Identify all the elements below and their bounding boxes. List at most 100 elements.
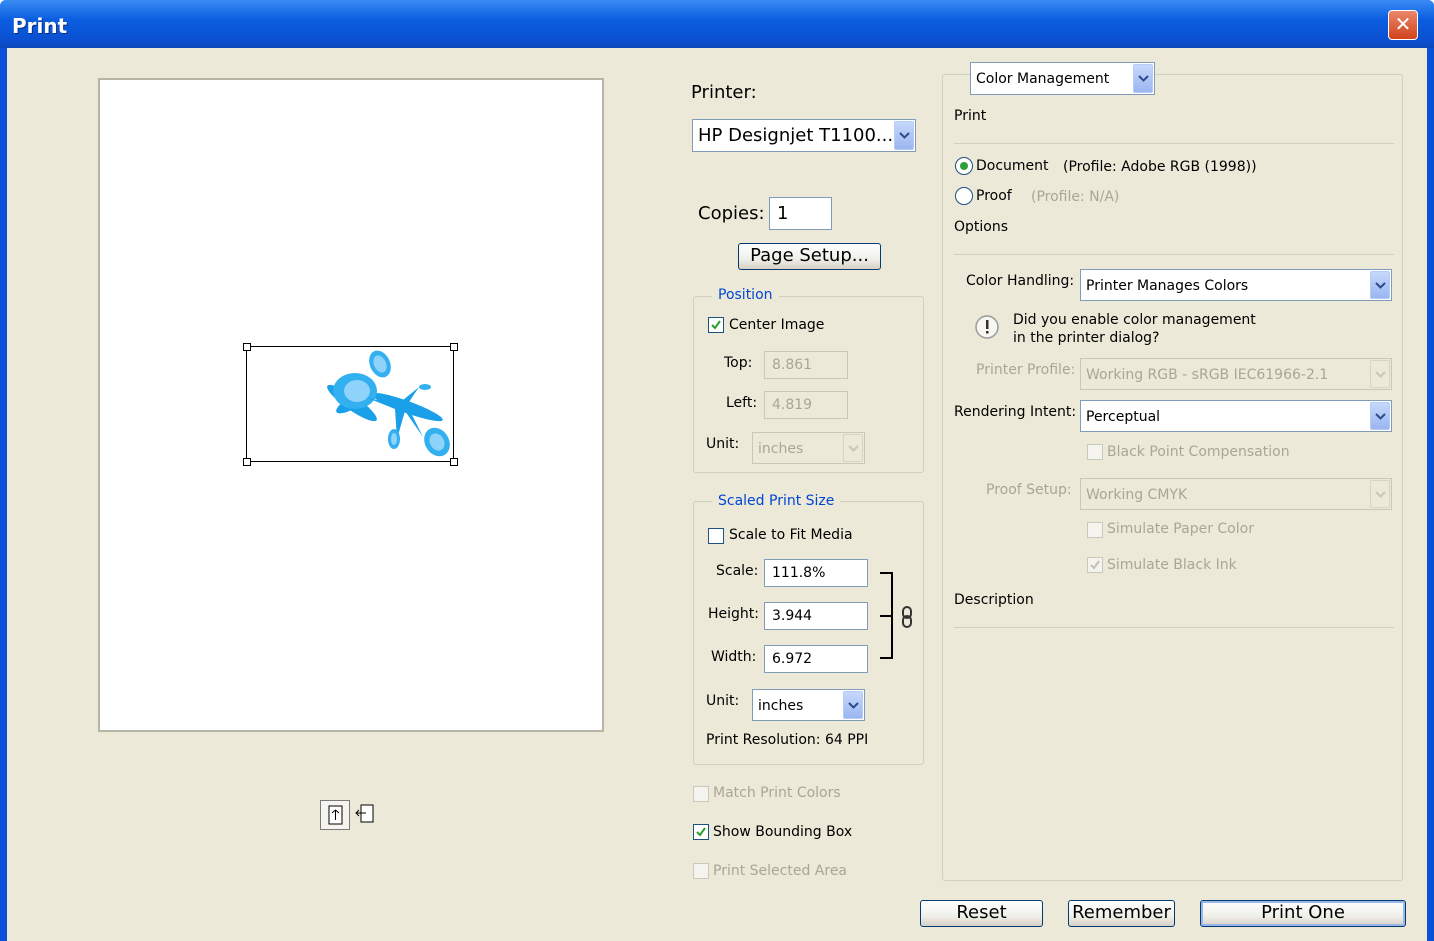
page-setup-label: Page Setup... [750,245,869,266]
print-one-label: Print One [1261,902,1345,923]
position-legend: Position [712,287,779,303]
chevron-down-icon [843,691,863,719]
options-section-header: Options [954,219,1009,235]
match-print-colors-checkbox[interactable] [693,786,709,802]
chevron-down-icon [1370,402,1390,430]
document-radio[interactable] [955,157,973,175]
chevron-down-icon [843,434,863,462]
panel-mode-select[interactable]: Color Management [970,62,1155,95]
reset-button[interactable]: Reset [920,900,1043,927]
scaled-unit-select[interactable]: inches [752,689,865,721]
document-label: Document [976,158,1049,174]
checkmark-icon [711,320,721,330]
proof-setup-value: Working CMYK [1086,487,1188,503]
width-label: Width: [711,649,757,665]
chevron-down-icon [1133,64,1153,93]
chevron-down-icon [894,121,914,150]
show-bounding-box-checkbox[interactable] [693,824,709,840]
bounding-box[interactable] [243,343,458,466]
resize-handle-bottom-right[interactable] [450,458,458,466]
scaled-print-size-legend: Scaled Print Size [712,493,841,509]
print-section-header: Print [954,108,987,124]
scale-input[interactable]: 111.8% [764,559,868,587]
scale-label: Scale: [716,563,759,579]
left-input[interactable]: 4.819 [764,391,848,419]
color-handling-value: Printer Manages Colors [1086,278,1249,294]
left-label: Left: [726,395,758,411]
scale-to-fit-label: Scale to Fit Media [729,527,853,543]
proof-radio[interactable] [955,187,973,205]
simulate-black-ink-label: Simulate Black Ink [1107,557,1237,573]
scaled-unit-label: Unit: [706,693,740,709]
simulate-paper-color-label: Simulate Paper Color [1107,521,1254,537]
height-label: Height: [708,606,759,622]
portrait-orientation-button[interactable] [320,800,350,830]
printer-profile-label: Printer Profile: [976,362,1076,378]
color-handling-select[interactable]: Printer Manages Colors [1080,269,1392,301]
chevron-down-icon [1370,480,1390,508]
remember-label: Remember [1072,902,1171,923]
proof-profile: (Profile: N/A) [1031,189,1120,205]
landscape-icon [355,804,374,823]
dialog-client-area: Printer: HP Designjet T1100... Copies: 1… [7,48,1427,941]
position-unit-value: inches [758,441,804,457]
print-resolution: Print Resolution: 64 PPI [706,732,869,748]
page-setup-button[interactable]: Page Setup... [738,243,881,270]
printer-profile-select[interactable]: Working RGB - sRGB IEC61966-2.1 [1080,358,1392,390]
printer-value: HP Designjet T1100... [698,125,894,146]
proof-label: Proof [976,188,1012,204]
reset-label: Reset [956,902,1007,923]
color-handling-label: Color Handling: [966,273,1075,289]
landscape-orientation-button[interactable] [352,800,382,830]
document-profile: (Profile: Adobe RGB (1998)) [1063,159,1257,175]
print-selected-area-checkbox[interactable] [693,863,709,879]
center-image-checkbox[interactable] [708,317,724,333]
simulate-black-ink-checkbox[interactable] [1087,557,1103,573]
show-bounding-box-label: Show Bounding Box [713,824,853,840]
width-input[interactable]: 6.972 [764,645,868,673]
proof-setup-label: Proof Setup: [986,482,1072,498]
chain-link-icon [902,606,912,628]
print-one-button[interactable]: Print One [1200,900,1406,927]
remember-button[interactable]: Remember [1068,900,1175,927]
portrait-icon [328,805,343,825]
chevron-down-icon [1370,360,1390,388]
position-unit-label: Unit: [706,436,740,452]
printer-profile-value: Working RGB - sRGB IEC61966-2.1 [1086,367,1329,383]
position-unit-select[interactable]: inches [752,432,865,464]
resize-handle-top-right[interactable] [450,343,458,351]
top-input[interactable]: 8.861 [764,351,848,379]
black-point-compensation-label: Black Point Compensation [1107,444,1290,460]
radio-dot [960,162,968,170]
rendering-intent-select[interactable]: Perceptual [1080,400,1392,432]
close-icon: ✕ [1394,12,1412,36]
link-stub [880,615,893,617]
chevron-down-icon [1370,271,1390,299]
black-point-compensation-checkbox[interactable] [1087,444,1103,460]
copies-input[interactable]: 1 [769,197,832,230]
constrain-proportions-toggle[interactable] [900,606,914,628]
scale-to-fit-checkbox[interactable] [708,528,724,544]
close-button[interactable]: ✕ [1388,10,1418,40]
simulate-paper-color-checkbox[interactable] [1087,522,1103,538]
height-input[interactable]: 3.944 [764,602,868,630]
title-bar[interactable]: Print ✕ [0,0,1434,48]
resize-handle-top-left[interactable] [243,343,251,351]
window-title: Print [12,14,68,38]
proof-setup-select[interactable]: Working CMYK [1080,478,1392,510]
description-separator [954,627,1394,628]
description-header: Description [954,592,1034,608]
print-selected-area-label: Print Selected Area [713,863,848,879]
checkmark-icon [1090,560,1100,570]
preview-artwork [327,350,450,457]
printer-select[interactable]: HP Designjet T1100... [692,119,916,152]
print-dialog: Print ✕ Printer: HP Designjet T1100... C… [0,0,1434,941]
checkmark-icon [696,827,706,837]
warning-icon [974,314,1000,340]
top-label: Top: [724,355,753,371]
center-image-label: Center Image [729,317,825,333]
options-section-separator [954,254,1394,255]
preview-page [98,78,604,732]
resize-handle-bottom-left[interactable] [243,458,251,466]
print-section-separator [954,143,1394,144]
